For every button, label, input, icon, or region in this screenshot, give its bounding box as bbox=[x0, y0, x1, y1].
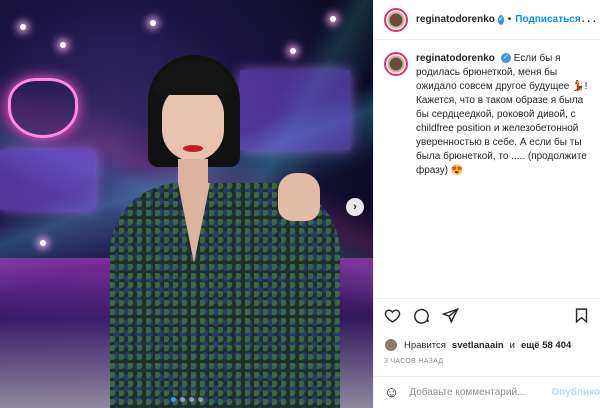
stage-light bbox=[20, 24, 26, 30]
comment-icon[interactable] bbox=[413, 307, 430, 324]
comment-form: ☺ Опубликовать bbox=[374, 376, 600, 408]
chevron-right-icon[interactable]: › bbox=[346, 198, 364, 216]
stage-screen bbox=[0, 150, 95, 210]
post-header: reginatodorenko ✓ • Подписаться ··· bbox=[374, 0, 600, 40]
carousel-dots bbox=[0, 397, 373, 402]
verified-badge-icon: ✓ bbox=[500, 53, 511, 64]
caption-text: Если бы я родилась брюнеткой, меня бы ож… bbox=[416, 53, 588, 176]
avatar[interactable] bbox=[384, 52, 408, 76]
heart-icon[interactable] bbox=[384, 307, 401, 324]
username[interactable]: reginatodorenko bbox=[416, 14, 495, 25]
liker-avatar bbox=[384, 338, 398, 352]
show-logo bbox=[8, 78, 78, 138]
carousel-dot bbox=[197, 397, 203, 402]
carousel-dot bbox=[179, 397, 185, 402]
instagram-post: › reginatodorenko ✓ • Подписаться ··· re… bbox=[0, 0, 600, 408]
lips bbox=[183, 145, 203, 152]
bookmark-icon[interactable] bbox=[573, 307, 590, 324]
stage-light bbox=[290, 48, 296, 54]
stage-light bbox=[60, 42, 66, 48]
carousel-dot bbox=[188, 397, 194, 402]
neckline bbox=[178, 183, 210, 263]
publish-button[interactable]: Опубликовать bbox=[551, 387, 600, 398]
share-icon[interactable] bbox=[442, 307, 459, 324]
comment-input[interactable] bbox=[409, 387, 542, 398]
avatar[interactable] bbox=[384, 7, 408, 32]
follow-button[interactable]: Подписаться bbox=[515, 14, 580, 25]
bangs bbox=[154, 61, 232, 95]
stage-light bbox=[330, 16, 336, 22]
separator: • bbox=[507, 14, 512, 25]
smiley-icon[interactable]: ☺ bbox=[384, 384, 399, 401]
post-sidebar: reginatodorenko ✓ • Подписаться ··· regi… bbox=[373, 0, 600, 408]
likes-row: Нравится svetlanaain и ещё 58 404 bbox=[374, 332, 600, 358]
verified-badge-icon: ✓ bbox=[497, 14, 504, 25]
action-bar bbox=[374, 298, 600, 332]
more-horizontal-icon[interactable]: ··· bbox=[581, 13, 598, 27]
caption-area: reginatodorenko ✓ Если бы я родилась брюн… bbox=[374, 40, 600, 298]
likes-count[interactable]: ещё 58 404 bbox=[521, 340, 571, 351]
likes-and: и bbox=[509, 339, 515, 351]
person bbox=[110, 55, 340, 408]
post-image[interactable]: › bbox=[0, 0, 373, 408]
caption-username[interactable]: reginatodorenko bbox=[416, 53, 495, 64]
stage-light bbox=[40, 240, 46, 246]
caption: reginatodorenko ✓ Если бы я родилась брюн… bbox=[416, 52, 590, 286]
timestamp[interactable]: 3 ЧАСОВ НАЗАД bbox=[374, 358, 600, 376]
hand bbox=[278, 173, 320, 221]
likes-prefix: Нравится bbox=[404, 339, 446, 351]
liker-username[interactable]: svetlanaain bbox=[452, 340, 504, 351]
carousel-dot bbox=[170, 397, 176, 402]
stage-light bbox=[150, 20, 156, 26]
